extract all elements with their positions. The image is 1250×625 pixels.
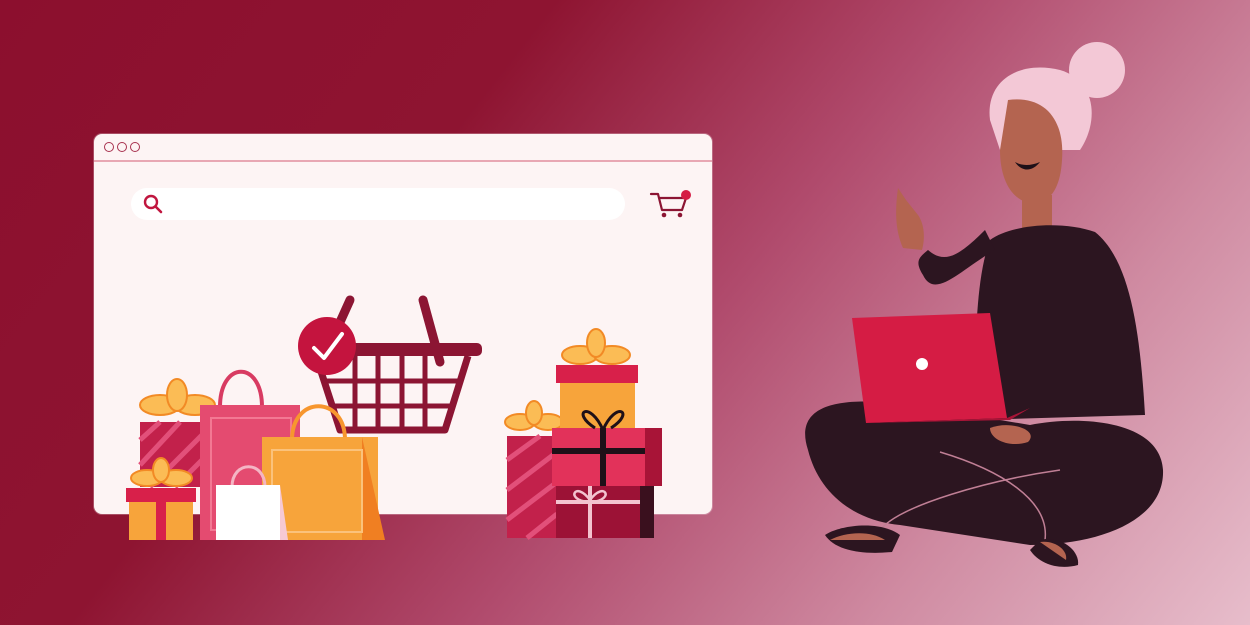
- gift-bow: [561, 328, 631, 365]
- gift-box: [126, 488, 196, 540]
- shopping-illustration: [126, 42, 1164, 567]
- gift-box: [505, 433, 559, 540]
- gift-box: [556, 486, 654, 538]
- gift-bow: [504, 400, 564, 431]
- check-badge-icon: [298, 317, 356, 375]
- woman-figure: [805, 42, 1164, 567]
